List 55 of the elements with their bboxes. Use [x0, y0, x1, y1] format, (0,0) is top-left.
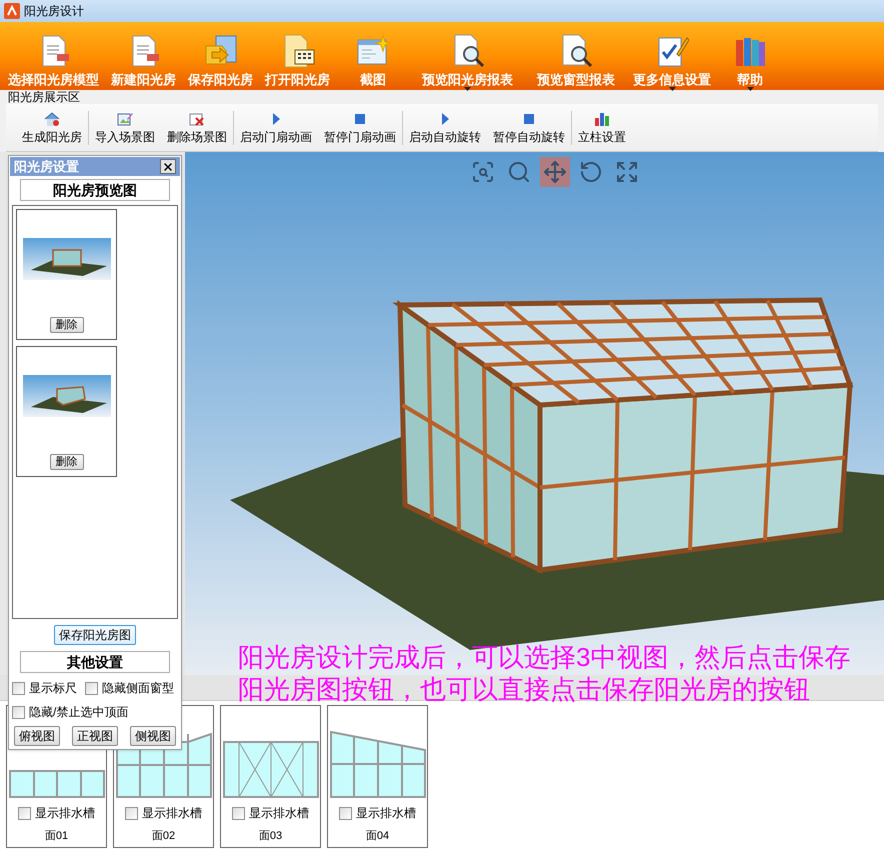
annotation-text: 阳光房设计完成后，可以选择3中视图，然后点击保存阳光房图按钮，也可以直接点击保存阳光房的按钮: [238, 641, 852, 705]
bar-chart-icon: [594, 110, 610, 126]
view-button[interactable]: 正视图: [72, 726, 118, 746]
toolbar-button[interactable]: 启动自动旋转: [407, 110, 483, 144]
panel-title: 阳光房设置: [14, 158, 79, 176]
toolbar-button[interactable]: 暂停自动旋转: [491, 110, 567, 144]
view-tool-button[interactable]: [540, 157, 570, 187]
section-heading: 阳光房预览图: [20, 179, 170, 201]
rotate-icon: [578, 160, 602, 184]
checkbox[interactable]: [339, 806, 352, 820]
delete-button[interactable]: 删除: [50, 454, 84, 470]
face-card[interactable]: 显示排水槽 面03: [220, 705, 321, 848]
3d-viewport[interactable]: [185, 152, 884, 675]
toolbar-button[interactable]: 导入场景图: [93, 110, 157, 144]
toolbar-button[interactable]: 生成阳光房: [20, 110, 84, 144]
checkbox-label: 显示排水槽: [356, 805, 416, 822]
preview-card[interactable]: 删除: [16, 209, 117, 340]
checkbox[interactable]: [18, 806, 31, 820]
save-image-button[interactable]: 保存阳光房图: [54, 625, 136, 645]
section-heading: 其他设置: [20, 651, 170, 673]
fit-view-icon: [614, 160, 638, 184]
zoom-window-icon: [470, 160, 494, 184]
toolbar-button[interactable]: 暂停门扇动画: [322, 110, 398, 144]
house-icon: [44, 110, 60, 126]
checkbox[interactable]: [125, 806, 138, 820]
view-button[interactable]: 侧视图: [130, 726, 176, 746]
view-button[interactable]: 俯视图: [14, 726, 60, 746]
checkbox[interactable]: [12, 706, 25, 718]
toolbar-button[interactable]: 立柱设置: [576, 110, 628, 144]
checkbox-label: 显示标尺: [29, 680, 77, 697]
checkbox[interactable]: [12, 682, 25, 694]
face-label: 面03: [258, 829, 282, 844]
checkbox-label: 显示排水槽: [35, 805, 95, 822]
face-label: 面04: [366, 829, 390, 844]
face-card[interactable]: 显示排水槽 面04: [327, 705, 428, 848]
pan-icon: [542, 160, 566, 184]
preview-card[interactable]: 删除: [16, 346, 117, 477]
app-icon: [4, 3, 20, 19]
face-label: 面02: [152, 829, 176, 844]
checkbox-label: 隐藏侧面窗型: [102, 680, 174, 697]
window-title: 阳光房设计: [24, 3, 84, 20]
picture-pen-icon: [117, 110, 133, 126]
delete-button[interactable]: 删除: [50, 317, 84, 333]
toolbar-button[interactable]: 删除场景图: [165, 110, 229, 144]
picture-delete-icon: [189, 110, 205, 126]
checkbox[interactable]: [85, 682, 98, 694]
checkbox-label: 显示排水槽: [249, 805, 309, 822]
close-icon: [162, 160, 174, 172]
toolbar-button[interactable]: 启动门扇动画: [238, 110, 314, 144]
group-label: 阳光房展示区: [8, 90, 80, 104]
zoom-icon: [506, 160, 530, 184]
close-button[interactable]: [160, 159, 176, 174]
checkbox[interactable]: [232, 806, 245, 820]
checkbox-label: 显示排水槽: [142, 805, 202, 822]
face-label: 面01: [44, 829, 68, 844]
